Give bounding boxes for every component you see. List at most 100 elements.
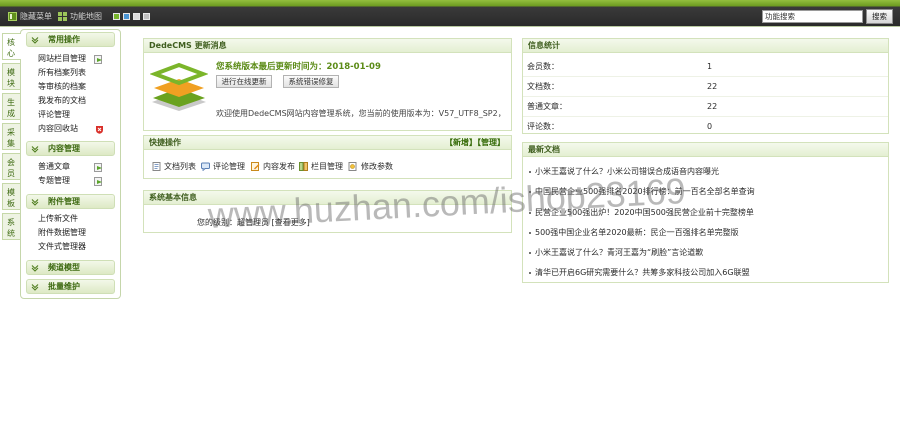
- user-level-text: 您的级别：超管理员 [查看更多]: [197, 217, 310, 228]
- news-link[interactable]: 小米王嘉说了什么？小米公司错误合成语音内容曝光: [535, 162, 884, 182]
- list-item[interactable]: 500强中国企业名单2020最新：民企一百强排名单完整版: [523, 223, 888, 243]
- user-level-label: 您的级别：超管理员: [197, 218, 269, 227]
- menu-item-pending-archives[interactable]: 等审核的档案: [38, 80, 118, 94]
- side-tab-system[interactable]: 系统: [2, 213, 20, 240]
- menu-item-label: 我发布的文档: [38, 96, 86, 105]
- stat-value: 22: [707, 102, 718, 111]
- chevron-down-icon: [31, 199, 39, 206]
- list-item[interactable]: 小米王嘉说了什么？青河王嘉为“刷脸”言论道歉: [523, 243, 888, 263]
- skin-green-swatch[interactable]: [113, 13, 120, 20]
- skin-blue-swatch[interactable]: [123, 13, 130, 20]
- menu-section-title: 内容管理: [48, 144, 80, 153]
- menu-item-upload-file[interactable]: 上传新文件: [38, 212, 118, 226]
- panel-title: 最新文档: [528, 145, 560, 154]
- list-item[interactable]: 民营企业500强出炉！2020中国500强民营企业前十完整榜单: [523, 203, 888, 223]
- function-map-icon[interactable]: [58, 12, 67, 21]
- column-icon[interactable]: [299, 162, 308, 171]
- stat-label: 会员数：: [527, 62, 559, 71]
- menu-item-label: 普通文章: [38, 162, 70, 171]
- comment-icon[interactable]: [201, 162, 210, 171]
- menu-section-title: 频道模型: [48, 263, 80, 272]
- search-button[interactable]: 搜索: [866, 9, 893, 24]
- menu-item-label: 网站栏目管理: [38, 54, 86, 63]
- skin-light-gray-swatch[interactable]: [133, 13, 140, 20]
- menu-section-content[interactable]: 内容管理: [26, 141, 115, 156]
- menu-section-attachments[interactable]: 附件管理: [26, 194, 115, 209]
- menu-item-recycle-bin[interactable]: 内容回收站: [38, 122, 118, 136]
- menu-item-attachment-data[interactable]: 附件数据管理: [38, 226, 118, 240]
- stat-value: 1: [707, 62, 713, 71]
- side-tab-template[interactable]: 模板: [2, 183, 20, 210]
- quick-add-link[interactable]: 【新增】: [445, 138, 477, 147]
- news-link[interactable]: 清华已开启6G研究需要什么？共筹多家科技公司加入6G联盟: [535, 263, 884, 283]
- hide-menu-link[interactable]: 隐藏菜单: [20, 12, 52, 22]
- menu-item-comments[interactable]: 评论管理: [38, 108, 118, 122]
- bullet-icon: [529, 232, 531, 234]
- side-tab-label: 核心: [7, 38, 15, 58]
- menu-section-title: 批量维护: [48, 282, 80, 291]
- menu-item-label: 等审核的档案: [38, 82, 86, 91]
- online-update-button[interactable]: 进行在线更新: [216, 75, 272, 88]
- news-link[interactable]: 民营企业500强出炉！2020中国500强民营企业前十完整榜单: [535, 203, 884, 223]
- menu-item-label: 专题管理: [38, 176, 70, 185]
- skin-gray-swatch[interactable]: [143, 13, 150, 20]
- recycle-icon[interactable]: [95, 125, 104, 134]
- list-item[interactable]: 中国民营企业500强排名2020排行榜：前一百名全部名单查询: [523, 182, 888, 202]
- publish-icon[interactable]: [251, 162, 260, 171]
- side-tab-member[interactable]: 会员: [2, 153, 20, 180]
- panel-title: 系统基本信息: [149, 193, 197, 202]
- left-menu: 常用操作 网站栏目管理 所有档案列表 等审核的档案 我发布的文档 评论管理 内容…: [20, 29, 121, 299]
- menu-item-label: 附件数据管理: [38, 228, 86, 237]
- menu-item-file-manager[interactable]: 文件式管理器: [38, 240, 118, 254]
- side-tab-collect[interactable]: 采集: [2, 123, 20, 150]
- menu-section-common[interactable]: 常用操作: [26, 32, 115, 47]
- side-tab-generate[interactable]: 生成: [2, 93, 20, 120]
- quick-manage-link[interactable]: 【管理】: [477, 138, 505, 147]
- menu-item-label: 评论管理: [38, 110, 70, 119]
- function-search-input[interactable]: [762, 10, 863, 23]
- side-tab-label: 模板: [7, 188, 15, 208]
- quick-comment-manage[interactable]: 评论管理: [213, 161, 245, 172]
- add-icon[interactable]: [94, 177, 103, 186]
- quick-content-publish[interactable]: 内容发布: [263, 161, 295, 172]
- side-tab-core[interactable]: 核心: [2, 33, 21, 60]
- quick-column-manage[interactable]: 栏目管理: [311, 161, 343, 172]
- menu-item-articles[interactable]: 普通文章: [38, 160, 118, 174]
- chevron-down-icon: [31, 265, 39, 272]
- hide-menu-icon[interactable]: [8, 12, 17, 21]
- menu-section-title: 附件管理: [48, 197, 80, 206]
- quick-modify-params[interactable]: 修改参数: [361, 161, 393, 172]
- news-link[interactable]: 小米王嘉说了什么？青河王嘉为“刷脸”言论道歉: [535, 243, 884, 263]
- system-repair-button[interactable]: 系统错误修复: [283, 75, 339, 88]
- side-tab-module[interactable]: 模块: [2, 63, 20, 90]
- add-icon[interactable]: [94, 55, 103, 64]
- add-icon[interactable]: [94, 163, 103, 172]
- menu-item-all-archives[interactable]: 所有档案列表: [38, 66, 118, 80]
- list-item[interactable]: 小米王嘉说了什么？小米公司错误合成语音内容曝光: [523, 162, 888, 182]
- stat-row-comments: 评论数： 0: [523, 117, 888, 137]
- stat-value: 22: [707, 82, 718, 91]
- panel-header: 最新文档: [523, 143, 888, 157]
- stats-panel: 信息统计 会员数： 1 文档数： 22 普通文章： 22 评论数： 0: [522, 38, 889, 134]
- panel-header: 系统基本信息: [144, 191, 511, 205]
- menu-section-batch-maintenance[interactable]: 批量维护: [26, 279, 115, 294]
- system-info-panel: 系统基本信息 您的级别：超管理员 [查看更多]: [143, 190, 512, 233]
- quick-doc-list[interactable]: 文档列表: [164, 161, 196, 172]
- news-link[interactable]: 中国民营企业500强排名2020排行榜：前一百名全部名单查询: [535, 182, 884, 202]
- menu-section-channel-model[interactable]: 频道模型: [26, 260, 115, 275]
- side-tab-label: 会员: [7, 158, 15, 178]
- stat-label: 评论数：: [527, 122, 559, 131]
- stat-row-members: 会员数： 1: [523, 57, 888, 77]
- function-map-link[interactable]: 功能地图: [70, 12, 102, 22]
- view-more-link[interactable]: [查看更多]: [272, 218, 310, 227]
- menu-item-my-documents[interactable]: 我发布的文档: [38, 94, 118, 108]
- document-list-icon[interactable]: [152, 162, 161, 171]
- panel-title: 信息统计: [528, 41, 560, 50]
- panel-title: DedeCMS 更新消息: [149, 41, 227, 50]
- menu-item-column-manage[interactable]: 网站栏目管理: [38, 52, 118, 66]
- list-item[interactable]: 清华已开启6G研究需要什么？共筹多家科技公司加入6G联盟: [523, 263, 888, 283]
- settings-doc-icon[interactable]: [348, 162, 357, 171]
- stat-label: 普通文章：: [527, 102, 567, 111]
- news-link[interactable]: 500强中国企业名单2020最新：民企一百强排名单完整版: [535, 223, 884, 243]
- menu-item-topics[interactable]: 专题管理: [38, 174, 118, 188]
